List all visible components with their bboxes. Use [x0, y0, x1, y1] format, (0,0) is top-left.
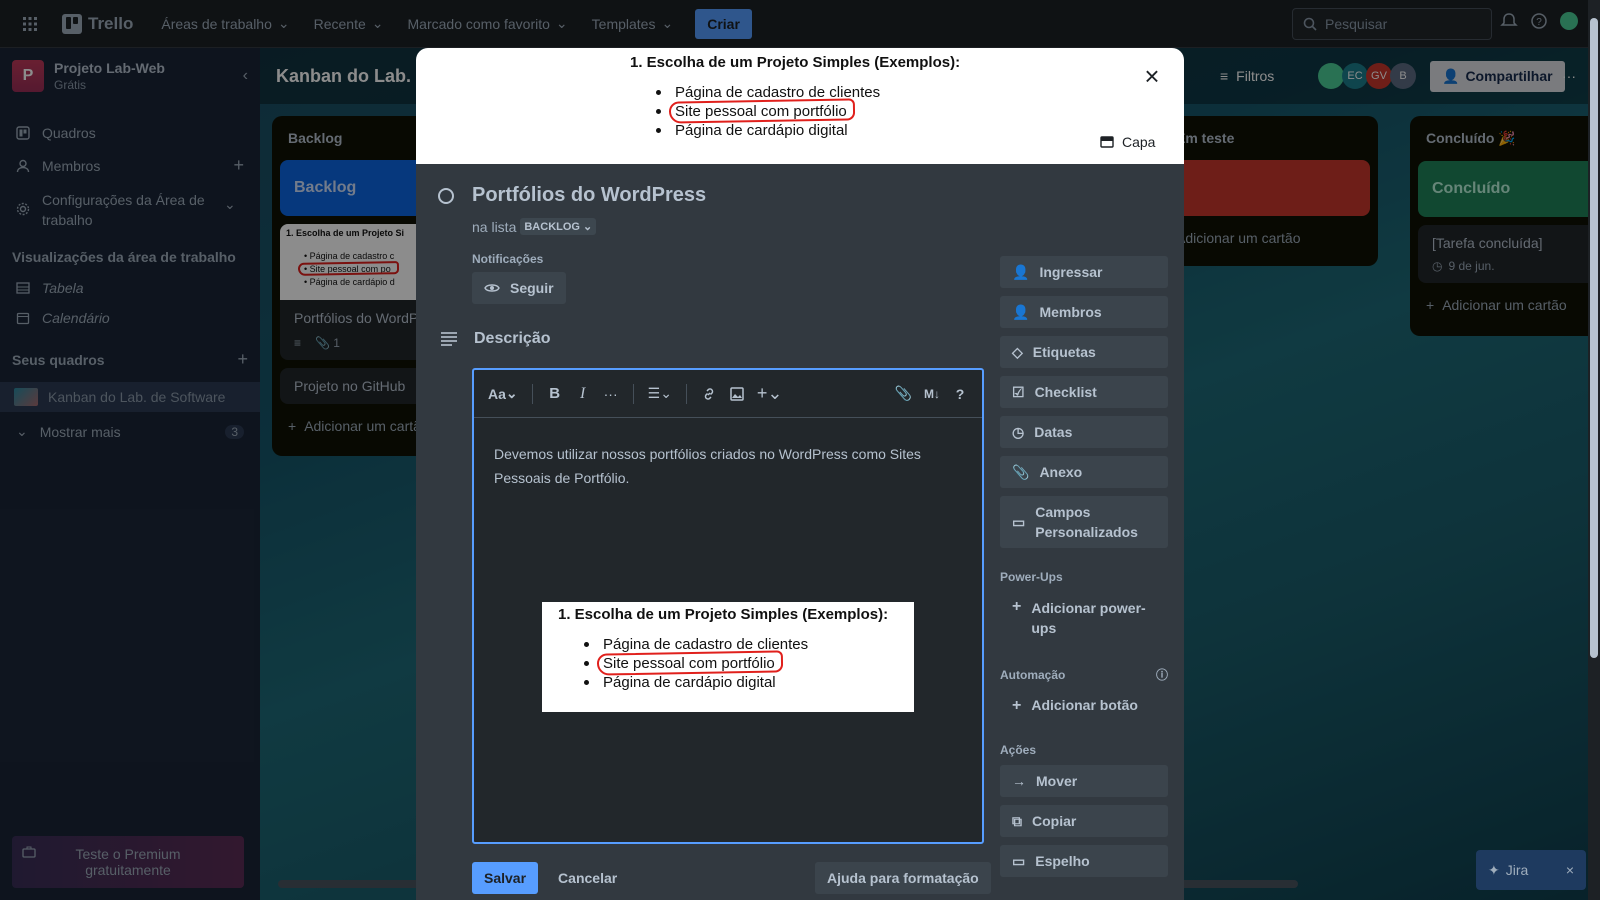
- bold-icon[interactable]: B: [543, 379, 567, 409]
- labels-button[interactable]: ◇ Etiquetas: [1000, 336, 1168, 368]
- scrollbar-thumb[interactable]: [1590, 18, 1598, 658]
- italic-icon[interactable]: I: [571, 379, 595, 409]
- move-button[interactable]: → Mover: [1000, 765, 1168, 797]
- image-heading: 1. Escolha de um Projeto Simples (Exempl…: [558, 606, 889, 623]
- list-icon[interactable]: ☰⌄: [644, 379, 676, 409]
- description-icon: [440, 331, 458, 347]
- cover-item: Site pessoal com portfólio: [656, 102, 960, 121]
- image-item: Site pessoal com portfólio: [584, 654, 914, 673]
- cancel-button[interactable]: Cancelar: [546, 862, 629, 894]
- save-button[interactable]: Salvar: [472, 862, 539, 894]
- editor-actions: Salvar Cancelar: [472, 862, 629, 894]
- insert-plus-icon[interactable]: +⌄: [753, 379, 787, 409]
- editor-toolbar: Aa ⌄ B I ··· ☰⌄ +⌄ 📎 M↓ ?: [474, 370, 982, 418]
- person-icon: 👤: [1012, 303, 1030, 320]
- vertical-scrollbar[interactable]: [1588, 0, 1600, 900]
- text-style-dropdown[interactable]: Aa ⌄: [484, 379, 522, 409]
- info-icon[interactable]: ⓘ: [1156, 666, 1168, 683]
- close-icon[interactable]: ×: [1138, 62, 1166, 90]
- eye-icon: [484, 282, 500, 294]
- add-powerups-button[interactable]: + Adicionar power-ups: [1000, 592, 1168, 644]
- card-detail-modal: 1. Escolha de um Projeto Simples (Exempl…: [416, 48, 1184, 900]
- card-cover-image: 1. Escolha de um Projeto Simples (Exempl…: [416, 48, 1184, 164]
- image-icon[interactable]: [725, 379, 749, 409]
- mirror-button[interactable]: ▭ Espelho: [1000, 845, 1168, 877]
- formatting-help-button[interactable]: Ajuda para formatação: [815, 862, 991, 894]
- custom-fields-button[interactable]: ▭ Campos Personalizados: [1000, 496, 1168, 548]
- jira-widget[interactable]: ✦ Jira ×: [1476, 850, 1586, 890]
- description-header: Descrição: [440, 330, 551, 348]
- divider: [685, 383, 687, 404]
- jira-icon: ✦: [1488, 861, 1500, 878]
- arrow-right-icon: →: [1012, 773, 1026, 789]
- markdown-icon[interactable]: M↓: [920, 379, 944, 409]
- divider: [531, 383, 533, 404]
- notifications-label: Notificações: [472, 252, 544, 266]
- automation-label: Automação ⓘ: [1000, 666, 1168, 683]
- checklist-button[interactable]: ☑ Checklist: [1000, 376, 1168, 408]
- plus-icon: +: [1012, 598, 1022, 615]
- follow-button[interactable]: Seguir: [472, 272, 566, 304]
- add-button-button[interactable]: + Adicionar botão: [1000, 691, 1168, 721]
- complete-checkbox[interactable]: [438, 188, 454, 204]
- actions-label: Ações: [1000, 743, 1037, 757]
- copy-icon: ⧉: [1012, 812, 1022, 829]
- embedded-image[interactable]: 1. Escolha de um Projeto Simples (Exempl…: [542, 602, 914, 712]
- divider: [632, 383, 634, 404]
- image-item: Página de cardápio digital: [584, 673, 914, 692]
- cover-item: Página de cardápio digital: [656, 121, 960, 140]
- members-button[interactable]: 👤 Membros: [1000, 296, 1168, 328]
- more-formatting-icon[interactable]: ···: [599, 379, 623, 409]
- chevron-down-icon: ⌄: [582, 221, 593, 233]
- cover-button[interactable]: Capa: [1092, 130, 1163, 154]
- link-icon[interactable]: [697, 379, 721, 409]
- dates-button[interactable]: ◷ Datas: [1000, 416, 1168, 448]
- attachment-icon[interactable]: 📎: [891, 379, 916, 409]
- cover-heading: 1. Escolha de um Projeto Simples (Exempl…: [630, 54, 961, 71]
- join-button[interactable]: 👤 Ingressar: [1000, 256, 1168, 288]
- attachment-button[interactable]: 📎 Anexo: [1000, 456, 1168, 488]
- description-text[interactable]: Devemos utilizar nossos portfólios criad…: [494, 442, 954, 490]
- plus-icon: +: [1012, 697, 1022, 714]
- help-icon[interactable]: ?: [948, 379, 972, 409]
- join-icon: 👤: [1012, 263, 1030, 280]
- clock-icon: ◷: [1012, 423, 1025, 440]
- cover-icon: [1100, 136, 1114, 148]
- card-list-info: na lista BACKLOG ⌄: [472, 218, 597, 235]
- paperclip-icon: 📎: [1012, 463, 1030, 480]
- close-icon[interactable]: ×: [1566, 862, 1574, 878]
- card-title[interactable]: Portfólios do WordPress: [472, 184, 706, 207]
- list-selector[interactable]: BACKLOG ⌄: [520, 218, 597, 235]
- description-editor[interactable]: Aa ⌄ B I ··· ☰⌄ +⌄ 📎 M↓ ? Devemos utiliza…: [472, 368, 984, 844]
- checklist-icon: ☑: [1012, 383, 1025, 400]
- tag-icon: ◇: [1012, 343, 1023, 360]
- fields-icon: ▭: [1012, 513, 1026, 530]
- powerups-label: Power-Ups: [1000, 570, 1063, 584]
- mirror-icon: ▭: [1012, 852, 1026, 869]
- copy-button[interactable]: ⧉ Copiar: [1000, 805, 1168, 837]
- card-sidebar: 👤 Ingressar 👤 Membros ◇ Etiquetas ☑ Checklis…: [1000, 256, 1168, 885]
